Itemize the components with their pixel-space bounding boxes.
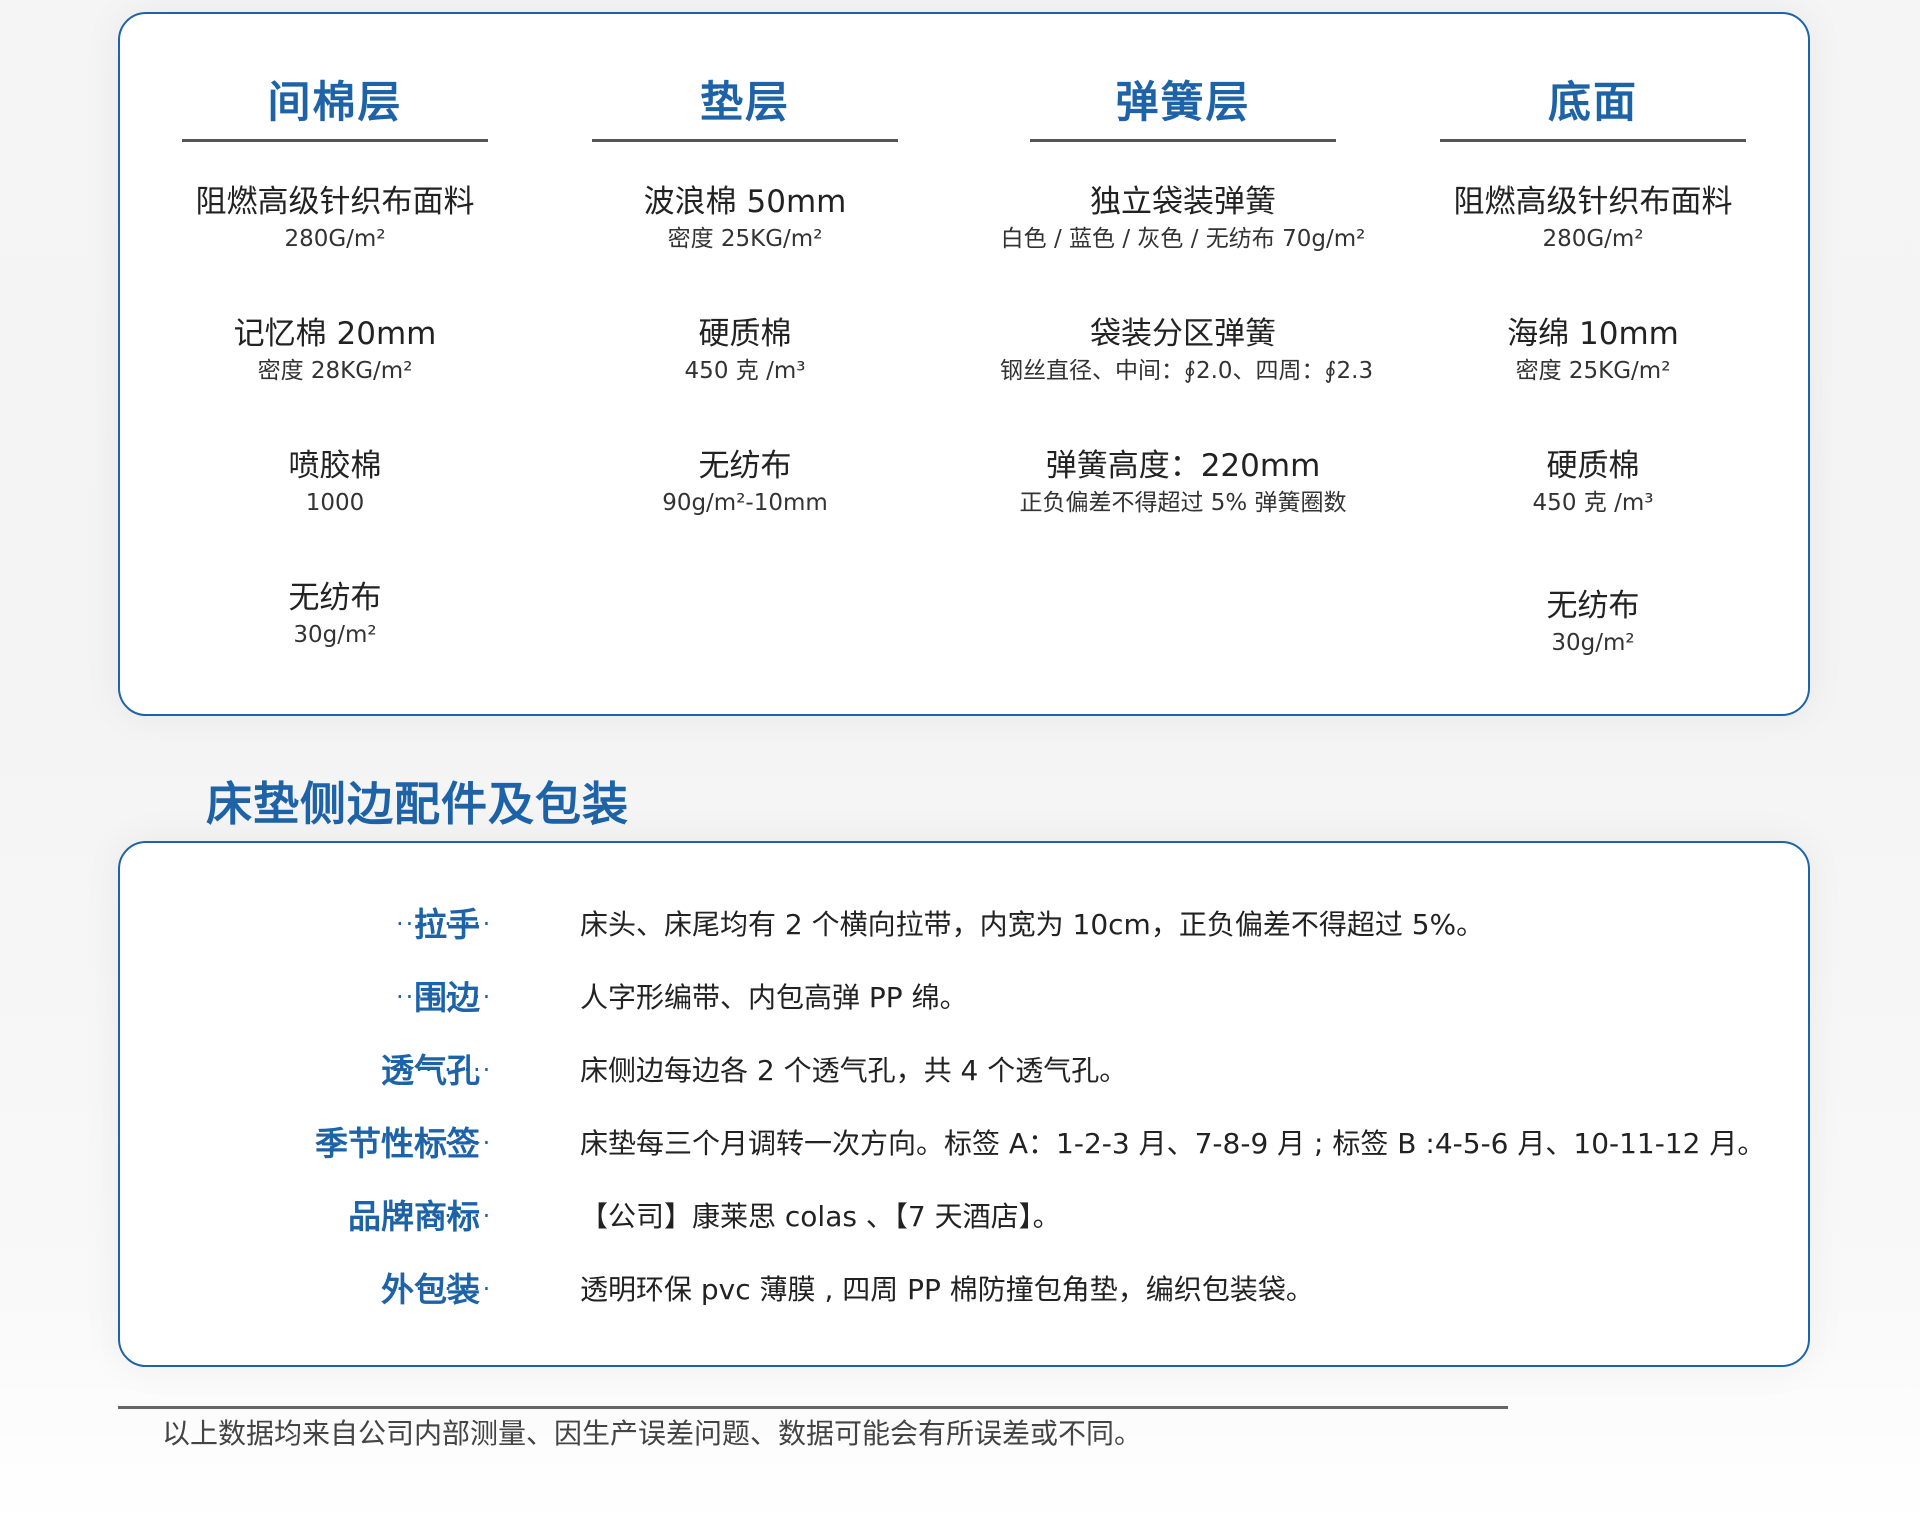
layer-item: 袋装分区弹簧 钢丝直径、中间：∮2.0、四周：∮2.3	[1000, 314, 1374, 388]
title-divider	[592, 139, 898, 142]
row-value: 透明环保 pvc 薄膜 , 四周 PP 棉防撞包角垫，编织包装袋。	[580, 1273, 1314, 1306]
layer-title: 垫层	[700, 78, 790, 128]
item-spec: 白色 / 蓝色 / 灰色 / 无纺布 70g/m²	[1000, 226, 1366, 252]
item-spec: 1000	[305, 490, 365, 516]
row-value: 【公司】康莱思 colas 、【7 天酒店】。	[580, 1200, 1061, 1233]
item-spec: 280G/m²	[1542, 226, 1644, 252]
title-divider	[1440, 139, 1746, 142]
item-name: 海绵 10mm	[1507, 316, 1679, 352]
accessory-row-packaging: 外包装 ·········· 透明环保 pvc 薄膜 , 四周 PP 棉防撞包角…	[120, 1265, 1808, 1315]
accessory-row-season-label: 季节性标签 ·········· 床垫每三个月调转一次方向。标签 A：1-2-3…	[120, 1119, 1808, 1169]
item-name: 袋装分区弹簧	[1090, 316, 1276, 352]
section-title: 床垫侧边配件及包装	[206, 777, 629, 831]
layer-item: 无纺布 30g/m²	[152, 578, 518, 652]
item-spec: 密度 25KG/m²	[667, 226, 823, 252]
layer-item: 硬质棉 450 克 /m³	[562, 314, 928, 388]
row-value: 床垫每三个月调转一次方向。标签 A：1-2-3 月、7-8-9 月 ; 标签 B…	[580, 1127, 1766, 1160]
item-name: 阻燃高级针织布面料	[195, 184, 475, 220]
item-spec: 90g/m²-10mm	[662, 490, 828, 516]
layer-item: 无纺布 30g/m²	[1410, 586, 1776, 660]
accessory-row-vent: 透气孔 ·········· 床侧边每边各 2 个透气孔，共 4 个透气孔。	[120, 1046, 1808, 1096]
item-name: 波浪棉 50mm	[643, 184, 847, 220]
item-name: 喷胶棉	[288, 448, 382, 484]
row-value: 床头、床尾均有 2 个横向拉带，内宽为 10cm，正负偏差不得超过 5%。	[580, 908, 1485, 941]
row-value: 人字形编带、内包高弹 PP 绵。	[580, 981, 968, 1014]
layer-item: 海绵 10mm 密度 25KG/m²	[1410, 314, 1776, 388]
dotted-leader: ··········	[396, 1275, 493, 1303]
dotted-leader: ··········	[396, 1202, 493, 1230]
item-spec: 钢丝直径、中间：∮2.0、四周：∮2.3	[1000, 358, 1374, 384]
item-spec: 密度 25KG/m²	[1515, 358, 1671, 384]
mattress-layers-card: 间棉层 阻燃高级针织布面料 280G/m² 记忆棉 20mm 密度 28KG/m…	[118, 12, 1810, 716]
layer-title: 弹簧层	[1115, 78, 1251, 128]
accessory-row-border: 围边 ·········· 人字形编带、内包高弹 PP 绵。	[120, 973, 1808, 1023]
item-name: 硬质棉	[698, 316, 792, 352]
item-name: 无纺布	[698, 448, 792, 484]
item-spec: 30g/m²	[1551, 630, 1635, 656]
layer-item: 弹簧高度：220mm 正负偏差不得超过 5% 弹簧圈数	[1000, 446, 1366, 520]
footer-divider	[118, 1406, 1508, 1409]
item-name: 独立袋装弹簧	[1090, 184, 1276, 220]
layer-item: 无纺布 90g/m²-10mm	[562, 446, 928, 520]
title-divider	[1030, 139, 1336, 142]
item-name: 无纺布	[288, 580, 382, 616]
item-spec: 30g/m²	[293, 622, 377, 648]
layer-item: 阻燃高级针织布面料 280G/m²	[1410, 182, 1776, 256]
accessory-row-brand: 品牌商标 ·········· 【公司】康莱思 colas 、【7 天酒店】。	[120, 1192, 1808, 1242]
title-divider	[182, 139, 488, 142]
item-spec: 密度 28KG/m²	[257, 358, 413, 384]
item-spec: 280G/m²	[284, 226, 386, 252]
accessory-row-handle: 拉手 ·········· 床头、床尾均有 2 个横向拉带，内宽为 10cm，正…	[120, 900, 1808, 950]
item-spec: 450 克 /m³	[684, 358, 806, 384]
row-value: 床侧边每边各 2 个透气孔，共 4 个透气孔。	[580, 1054, 1128, 1087]
item-spec: 450 克 /m³	[1532, 490, 1654, 516]
dotted-leader: ··········	[396, 1056, 493, 1084]
layer-title: 间棉层	[267, 78, 403, 128]
layer-item: 喷胶棉 1000	[152, 446, 518, 520]
layer-item: 波浪棉 50mm 密度 25KG/m²	[562, 182, 928, 256]
dotted-leader: ··········	[396, 910, 493, 938]
footer-note: 以上数据均来自公司内部测量、因生产误差问题、数据可能会有所误差或不同。	[162, 1417, 1143, 1450]
item-name: 无纺布	[1546, 588, 1640, 624]
item-spec: 正负偏差不得超过 5% 弹簧圈数	[1019, 490, 1347, 516]
item-name: 硬质棉	[1546, 448, 1640, 484]
layer-item: 独立袋装弹簧 白色 / 蓝色 / 灰色 / 无纺布 70g/m²	[1000, 182, 1366, 256]
dotted-leader: ··········	[396, 1129, 493, 1157]
layer-item: 记忆棉 20mm 密度 28KG/m²	[152, 314, 518, 388]
dotted-leader: ··········	[396, 983, 493, 1011]
item-name: 阻燃高级针织布面料	[1453, 184, 1733, 220]
item-name: 弹簧高度：220mm	[1045, 448, 1321, 484]
layer-item: 硬质棉 450 克 /m³	[1410, 446, 1776, 520]
item-name: 记忆棉 20mm	[233, 316, 437, 352]
layer-title: 底面	[1548, 78, 1638, 128]
layer-item: 阻燃高级针织布面料 280G/m²	[152, 182, 518, 256]
accessories-card: 拉手 ·········· 床头、床尾均有 2 个横向拉带，内宽为 10cm，正…	[118, 841, 1810, 1367]
